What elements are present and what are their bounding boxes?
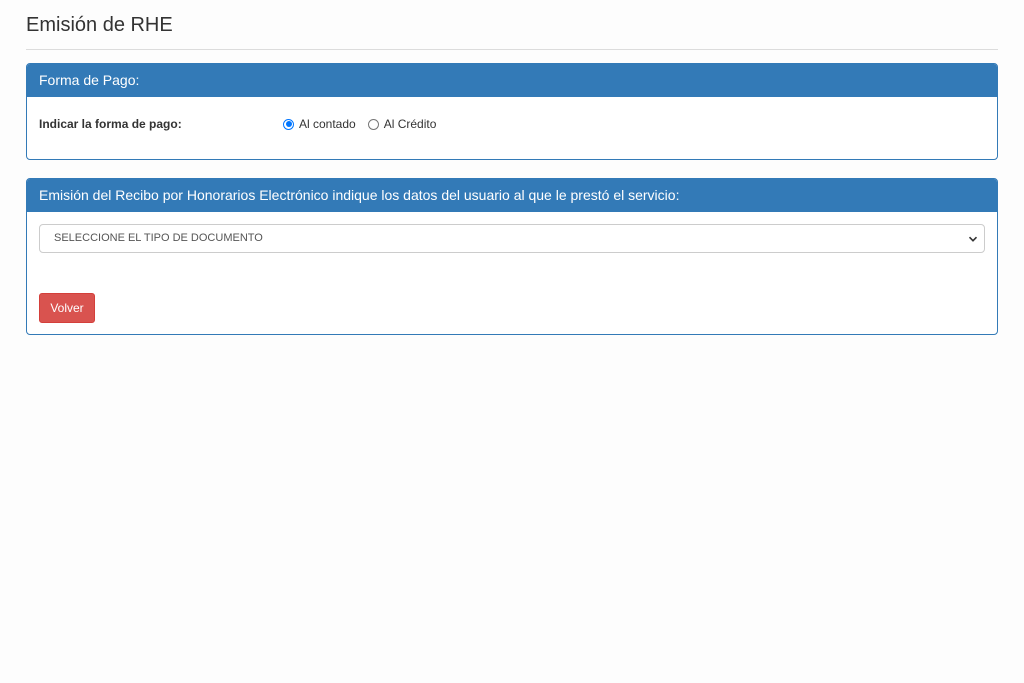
tipo-documento-select-value: SELECCIONE EL TIPO DE DOCUMENTO bbox=[54, 232, 263, 244]
forma-pago-heading: Forma de Pago: bbox=[27, 64, 997, 97]
radio-al-credito-label: Al Crédito bbox=[383, 117, 437, 131]
emision-heading: Emisión del Recibo por Honorarios Electr… bbox=[27, 179, 997, 212]
forma-pago-body: Indicar la forma de pago: Al contado Al … bbox=[27, 97, 997, 159]
chevron-down-icon bbox=[968, 236, 978, 242]
forma-pago-label: Indicar la forma de pago: bbox=[39, 117, 182, 131]
page-container: Emisión de RHE Forma de Pago: Indicar la… bbox=[26, 0, 998, 335]
emision-body: SELECCIONE EL TIPO DE DOCUMENTO Volver bbox=[27, 212, 997, 334]
volver-button[interactable]: Volver bbox=[39, 293, 95, 323]
forma-pago-radio-group: Al contado Al Crédito bbox=[283, 117, 448, 131]
forma-pago-panel: Forma de Pago: Indicar la forma de pago:… bbox=[26, 63, 998, 160]
radio-al-credito[interactable]: Al Crédito bbox=[367, 117, 437, 131]
radio-al-contado[interactable]: Al contado bbox=[283, 117, 356, 131]
title-divider bbox=[26, 49, 998, 50]
radio-al-contado-label: Al contado bbox=[299, 117, 356, 131]
radio-al-credito-input[interactable] bbox=[367, 118, 379, 130]
emision-panel: Emisión del Recibo por Honorarios Electr… bbox=[26, 178, 998, 335]
page-title: Emisión de RHE bbox=[26, 14, 173, 36]
tipo-documento-select[interactable]: SELECCIONE EL TIPO DE DOCUMENTO bbox=[39, 224, 985, 253]
radio-al-contado-input[interactable] bbox=[283, 118, 294, 130]
